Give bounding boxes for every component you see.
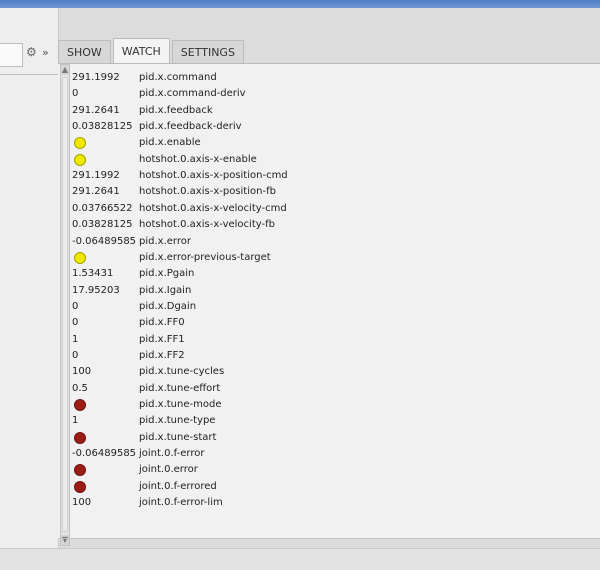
red-led-icon — [74, 431, 86, 444]
red-led-icon — [74, 480, 86, 493]
watch-value: 1 — [72, 415, 79, 427]
watch-value: 0.5 — [72, 382, 88, 394]
watch-value: 1.53431 — [72, 268, 114, 280]
watch-value: 291.2641 — [72, 104, 120, 116]
watch-signal-name: pid.x.feedback-deriv — [139, 121, 242, 133]
watch-row[interactable]: joint.0.error — [72, 462, 372, 478]
watch-signal-name: pid.x.tune-cycles — [139, 366, 225, 378]
watch-row[interactable]: 291.2641 hotshot.0.axis-x-position-fb — [72, 184, 372, 200]
yellow-led-icon — [74, 137, 86, 150]
left-panel-input[interactable] — [0, 43, 23, 67]
watch-value: 0 — [72, 349, 79, 361]
title-bar — [0, 0, 600, 8]
watch-signal-name: pid.x.error — [139, 235, 191, 247]
watch-value: 17.95203 — [72, 284, 120, 296]
watch-value: 1 — [72, 333, 79, 345]
watch-value: -0.06489585 — [72, 235, 137, 247]
tab-settings[interactable]: SETTINGS — [171, 40, 244, 63]
tab-show[interactable]: SHOW — [58, 40, 111, 63]
watch-row[interactable]: 1 pid.x.tune-type — [72, 413, 372, 429]
red-led-icon — [74, 464, 86, 477]
scroll-thumb[interactable] — [62, 77, 68, 532]
watch-row[interactable]: pid.x.enable — [72, 135, 372, 151]
red-led-icon — [74, 399, 86, 411]
watch-row[interactable]: 1 pid.x.FF1 — [72, 332, 372, 348]
watch-row[interactable]: 291.2641 pid.x.feedback — [72, 103, 372, 119]
watch-signal-name: pid.x.FF2 — [139, 349, 185, 361]
left-panel-divider — [0, 74, 58, 75]
watch-value: 0.03828125 — [72, 219, 133, 231]
watch-signal-name: pid.x.tune-start — [139, 431, 217, 443]
watch-value: 0.03766522 — [72, 202, 133, 214]
watch-value: 100 — [72, 366, 92, 378]
watch-row[interactable]: 100 joint.0.f-error-lim — [72, 495, 372, 511]
watch-row[interactable]: 0.03828125 pid.x.feedback-deriv — [72, 119, 372, 135]
watch-row[interactable]: 0 pid.x.Dgain — [72, 299, 372, 315]
watch-signal-name: joint.0.f-errored — [139, 480, 217, 492]
watch-signal-name: pid.x.error-previous-target — [139, 251, 271, 263]
watch-signal-name: hotshot.0.axis-x-position-fb — [139, 186, 276, 198]
watch-signal-name: pid.x.enable — [139, 137, 201, 149]
watch-row[interactable]: 0 pid.x.command-deriv — [72, 86, 372, 102]
watch-signal-name: joint.0.f-error — [139, 448, 205, 460]
watch-signal-name: pid.x.Igain — [139, 284, 192, 296]
watch-list-bottom-border — [58, 538, 600, 539]
watch-signal-name: pid.x.FF1 — [139, 333, 185, 345]
watch-row[interactable]: -0.06489585 pid.x.error — [72, 234, 372, 250]
watch-signal-name: hotshot.0.axis-x-position-cmd — [139, 170, 288, 182]
watch-value: 291.1992 — [72, 72, 120, 83]
watch-row[interactable]: joint.0.f-errored — [72, 479, 372, 495]
watch-value: -0.06489585 — [72, 448, 137, 460]
scroll-up-arrow-icon[interactable]: ▲ — [61, 65, 69, 75]
watch-row[interactable]: 17.95203 pid.x.Igain — [72, 283, 372, 299]
watch-row[interactable]: 291.1992 hotshot.0.axis-x-position-cmd — [72, 168, 372, 184]
yellow-led-icon — [74, 251, 86, 264]
watch-value: 291.1992 — [72, 170, 120, 182]
watch-row[interactable]: 0 pid.x.FF0 — [72, 315, 372, 331]
watch-value: 0.03828125 — [72, 121, 133, 133]
watch-row[interactable]: 0.03766522 hotshot.0.axis-x-velocity-cmd — [72, 201, 372, 217]
watch-row[interactable]: hotshot.0.axis-x-enable — [72, 152, 372, 168]
watch-row[interactable]: 0.5 pid.x.tune-effort — [72, 381, 372, 397]
watch-signal-name: joint.0.error — [139, 464, 198, 476]
watch-row[interactable]: 100 pid.x.tune-cycles — [72, 364, 372, 380]
watch-signal-name: joint.0.f-error-lim — [139, 497, 223, 509]
watch-signal-name: pid.x.tune-mode — [139, 399, 222, 410]
watch-scrollbar[interactable]: ▲ ▼ — [60, 64, 70, 546]
double-chevron-right-icon[interactable]: » — [42, 47, 49, 58]
watch-signal-name: pid.x.Pgain — [139, 268, 195, 280]
watch-signal-name: pid.x.command — [139, 72, 217, 83]
watch-row[interactable]: pid.x.error-previous-target — [72, 250, 372, 266]
left-panel: ⚙ » — [0, 8, 59, 569]
watch-row[interactable]: pid.x.tune-mode — [72, 397, 372, 413]
watch-value: 100 — [72, 497, 92, 509]
tab-bar: SHOW WATCH SETTINGS — [58, 38, 600, 63]
yellow-led-icon — [74, 153, 86, 166]
watch-value: 0 — [72, 300, 79, 312]
tab-watch[interactable]: WATCH — [112, 38, 170, 63]
scroll-down-arrow-icon[interactable]: ▼ — [61, 535, 69, 545]
watch-signal-name: pid.x.Dgain — [139, 300, 197, 312]
watch-signal-name: hotshot.0.axis-x-velocity-fb — [139, 219, 275, 231]
watch-row[interactable]: 1.53431 pid.x.Pgain — [72, 266, 372, 282]
watch-row[interactable]: pid.x.tune-start — [72, 430, 372, 446]
watch-row[interactable]: -0.06489585 joint.0.f-error — [72, 446, 372, 462]
watch-signal-name: pid.x.tune-effort — [139, 382, 221, 394]
watch-row[interactable]: 0.03828125 hotshot.0.axis-x-velocity-fb — [72, 217, 372, 233]
status-bar — [0, 548, 600, 570]
watch-signal-name: pid.x.FF0 — [139, 317, 185, 329]
watch-value: 0 — [72, 88, 79, 100]
settings-gear-icon[interactable]: ⚙ — [26, 46, 38, 58]
watch-signal-name: pid.x.tune-type — [139, 415, 216, 427]
watch-signal-name: hotshot.0.axis-x-enable — [139, 153, 257, 165]
watch-value: 291.2641 — [72, 186, 120, 198]
watch-value: 0 — [72, 317, 79, 329]
watch-row[interactable]: 0 pid.x.FF2 — [72, 348, 372, 364]
watch-row[interactable]: 291.1992 pid.x.command — [72, 70, 372, 86]
watch-signal-name: hotshot.0.axis-x-velocity-cmd — [139, 202, 287, 214]
watch-signal-name: pid.x.feedback — [139, 104, 213, 116]
watch-signal-name: pid.x.command-deriv — [139, 88, 246, 100]
